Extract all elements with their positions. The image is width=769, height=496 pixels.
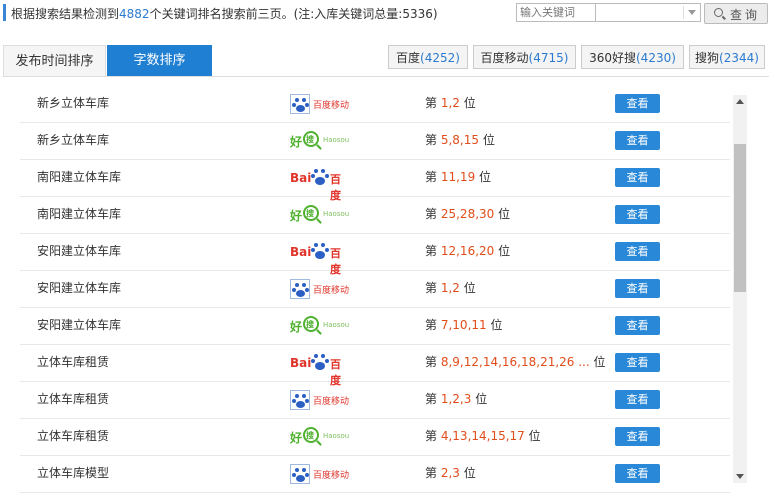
engine-baidu-mobile-button[interactable]: 百度移动(4715) bbox=[473, 45, 576, 69]
keyword-label: 安阳建立体车库 bbox=[37, 318, 122, 332]
scroll-thumb[interactable] bbox=[734, 144, 746, 292]
summary-bar: 根据搜索结果检测到4882个关键词排名搜索前三页。(注:入库关键词总量:5336… bbox=[0, 0, 769, 26]
haosou-logo-icon: 好搜 Haosou bbox=[290, 427, 352, 447]
list-item: 新乡立体车库 好搜 Haosou 第 5,8,15 位 查看 bbox=[20, 122, 730, 160]
engine-sogou-button[interactable]: 搜狗(2344) bbox=[689, 45, 765, 69]
baidu-logo-icon: Bai 百度 bbox=[290, 243, 341, 276]
rank-positions: 第 2,3 位 bbox=[425, 466, 476, 480]
baidu-mobile-logo-icon: 百度移动 bbox=[290, 94, 352, 114]
rank-positions: 第 8,9,12,14,16,18,21,26 ... 位 bbox=[425, 355, 606, 369]
list-item: 新乡立体车库 百度移动 第 1,2 位 查看 bbox=[20, 85, 730, 123]
keyword-label: 新乡立体车库 bbox=[37, 133, 110, 147]
engine-select[interactable] bbox=[595, 3, 701, 22]
engine-360-haosou-button[interactable]: 360好搜(4230) bbox=[581, 45, 684, 69]
list-item: 南阳建立体车库 Bai 百度 第 11,19 位 查看 bbox=[20, 159, 730, 202]
keyword-label: 安阳建立体车库 bbox=[37, 244, 122, 258]
rank-positions: 第 1,2 位 bbox=[425, 96, 476, 110]
view-button[interactable]: 查看 bbox=[615, 464, 660, 483]
view-button[interactable]: 查看 bbox=[615, 168, 660, 187]
rank-positions: 第 1,2,3 位 bbox=[425, 392, 488, 406]
tab-publish-time[interactable]: 发布时间排序 bbox=[3, 45, 106, 76]
rank-positions: 第 5,8,15 位 bbox=[425, 133, 495, 147]
baidu-mobile-logo-icon: 百度移动 bbox=[290, 464, 352, 484]
view-button[interactable]: 查看 bbox=[615, 131, 660, 150]
view-button[interactable]: 查看 bbox=[615, 316, 660, 335]
ranking-list: 新乡立体车库 百度移动第 1,2 位查看 新乡立体车库好搜 Haosou 第 5,8,1… bbox=[20, 84, 730, 496]
list-item: 立体车库租赁 好搜 Haosou 第 4,13,14,15,17 位 查看 bbox=[20, 418, 730, 456]
view-button[interactable]: 查看 bbox=[615, 353, 660, 372]
list-item: 立体车库租赁 百度移动 第 1,2,3 位 查看 bbox=[20, 381, 730, 419]
view-button[interactable]: 查看 bbox=[615, 205, 660, 224]
haosou-logo-icon: 好搜 Haosou bbox=[290, 205, 352, 225]
query-button[interactable]: 查询 bbox=[704, 3, 768, 24]
summary-prefix: 根据搜索结果检测到 bbox=[11, 7, 120, 21]
keyword-label: 安阳建立体车库 bbox=[37, 281, 122, 295]
list-item: 安阳建立体车库 好搜 Haosou 第 7,10,11 位 查看 bbox=[20, 307, 730, 345]
rank-positions: 第 11,19 位 bbox=[425, 170, 492, 184]
summary-count: 4882 bbox=[119, 7, 150, 21]
list-item: 安阳建立体车库 Bai 百度 第 12,16,20 位 查看 bbox=[20, 233, 730, 276]
rank-positions: 第 7,10,11 位 bbox=[425, 318, 503, 332]
tab-word-count[interactable]: 字数排序 bbox=[107, 45, 212, 76]
view-button[interactable]: 查看 bbox=[615, 242, 660, 261]
query-button-label: 查询 bbox=[730, 8, 761, 22]
list-item: 立体车库租赁 Bai 百度 第 8,9,12,14,16,18,21,26 ... 位… bbox=[20, 344, 730, 387]
summary-suffix: 个关键词排名搜索前三页。(注:入库关键词总量:5336) bbox=[149, 7, 438, 21]
keyword-label: 南阳建立体车库 bbox=[37, 170, 122, 184]
summary-accent-bar bbox=[3, 4, 6, 21]
keyword-label: 新乡立体车库 bbox=[37, 96, 110, 110]
baidu-logo-icon: Bai 百度 bbox=[290, 169, 341, 202]
rank-positions: 第 12,16,20 位 bbox=[425, 244, 511, 258]
keyword-label: 立体车库模型 bbox=[37, 466, 110, 480]
list-scrollbar[interactable] bbox=[733, 95, 747, 483]
scroll-down-icon[interactable] bbox=[736, 474, 744, 479]
summary-text: 根据搜索结果检测到4882个关键词排名搜索前三页。(注:入库关键词总量:5336… bbox=[11, 5, 438, 22]
keyword-label: 立体车库租赁 bbox=[37, 355, 110, 369]
scroll-up-icon[interactable] bbox=[736, 99, 744, 104]
haosou-logo-icon: 好搜 Haosou bbox=[290, 316, 352, 336]
view-button[interactable]: 查看 bbox=[615, 390, 660, 409]
engine-baidu-button[interactable]: 百度(4252) bbox=[388, 45, 468, 69]
list-item: 立体车库模型 百度移动 第 2,3 位 查看 bbox=[20, 455, 730, 493]
chevron-down-icon[interactable] bbox=[688, 10, 696, 15]
haosou-logo-icon: 好搜 Haosou bbox=[290, 131, 352, 151]
select-divider bbox=[683, 6, 684, 19]
rank-positions: 第 1,2 位 bbox=[425, 281, 476, 295]
baidu-mobile-logo-icon: 百度移动 bbox=[290, 279, 352, 299]
keyword-label: 南阳建立体车库 bbox=[37, 207, 122, 221]
view-button[interactable]: 查看 bbox=[615, 427, 660, 446]
view-button[interactable]: 查看 bbox=[615, 279, 660, 298]
view-button[interactable]: 查看 bbox=[615, 94, 660, 113]
rank-positions: 第 4,13,14,15,17 位 bbox=[425, 429, 541, 443]
baidu-mobile-logo-icon: 百度移动 bbox=[290, 390, 352, 410]
list-item: 南阳建立体车库 好搜 Haosou 第 25,28,30 位 查看 bbox=[20, 196, 730, 234]
rank-positions: 第 25,28,30 位 bbox=[425, 207, 511, 221]
keyword-label: 立体车库租赁 bbox=[37, 392, 110, 406]
search-icon bbox=[714, 8, 723, 17]
keyword-search-input[interactable] bbox=[516, 3, 596, 22]
keyword-label: 立体车库租赁 bbox=[37, 429, 110, 443]
baidu-logo-icon: Bai 百度 bbox=[290, 354, 341, 387]
list-item: 安阳建立体车库 百度移动 第 1,2 位 查看 bbox=[20, 270, 730, 308]
